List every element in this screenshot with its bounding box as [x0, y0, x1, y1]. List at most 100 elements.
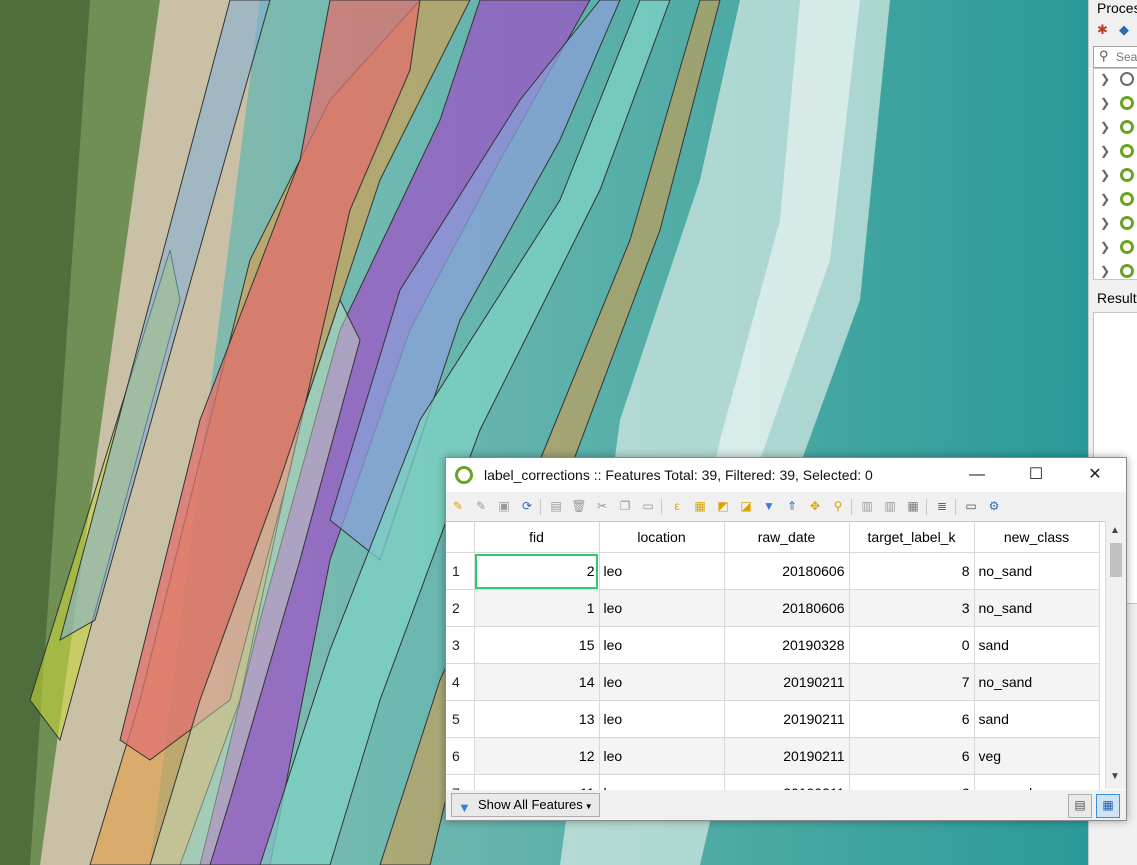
- scroll-up-icon[interactable]: ▲: [1110, 525, 1120, 536]
- tree-item[interactable]: ❯: [1094, 93, 1137, 117]
- table-row[interactable]: 2 1 leo 20180606 3 no_sand: [446, 589, 1100, 627]
- cell-target-label-k[interactable]: 6: [849, 774, 975, 790]
- row-number[interactable]: 3: [446, 626, 475, 664]
- cell-location[interactable]: leo: [599, 663, 725, 701]
- table-row[interactable]: 6 12 leo 20190211 6 veg: [446, 737, 1100, 775]
- cell-raw-date[interactable]: 20190211: [724, 774, 850, 790]
- cell-new-class[interactable]: no_sand: [974, 552, 1100, 590]
- field-calculator-icon[interactable]: ▦: [905, 498, 921, 514]
- table-row[interactable]: 5 13 leo 20190211 6 sand: [446, 700, 1100, 738]
- cell-target-label-k[interactable]: 0: [849, 626, 975, 664]
- chevron-right-icon[interactable]: ❯: [1100, 192, 1110, 206]
- chevron-right-icon[interactable]: ❯: [1100, 144, 1110, 158]
- column-header-target-label-k[interactable]: target_label_k: [849, 522, 975, 553]
- deselect-icon[interactable]: ◪: [738, 498, 754, 514]
- tree-item[interactable]: ❯: [1094, 237, 1137, 261]
- python-icon[interactable]: ◆: [1119, 22, 1129, 38]
- delete-field-icon[interactable]: ▥: [882, 498, 898, 514]
- cell-new-class[interactable]: sand: [974, 626, 1100, 664]
- paste-icon[interactable]: ▭: [640, 498, 656, 514]
- cell-raw-date[interactable]: 20190211: [724, 700, 850, 738]
- tree-item[interactable]: ❯: [1094, 117, 1137, 141]
- actions-icon[interactable]: ⚙: [986, 498, 1002, 514]
- tree-item-recent[interactable]: ❯: [1094, 69, 1137, 93]
- cell-target-label-k[interactable]: 7: [849, 663, 975, 701]
- attribute-table[interactable]: fid location raw_date target_label_k new…: [446, 521, 1126, 790]
- cell-target-label-k[interactable]: 6: [849, 700, 975, 738]
- cell-raw-date[interactable]: 20190211: [724, 737, 850, 775]
- cell-fid[interactable]: 1: [474, 589, 600, 627]
- column-header-location[interactable]: location: [599, 522, 725, 553]
- delete-feature-icon[interactable]: 🗑: [571, 498, 587, 514]
- cell-location[interactable]: leo: [599, 589, 725, 627]
- cell-new-class[interactable]: sand: [974, 700, 1100, 738]
- dock-icon[interactable]: ▭: [963, 498, 979, 514]
- maximize-button[interactable]: ☐: [1013, 458, 1059, 492]
- multi-edit-icon[interactable]: ✎: [473, 498, 489, 514]
- close-button[interactable]: ✕: [1072, 458, 1118, 492]
- processing-search-input[interactable]: ⚲ Search...: [1093, 46, 1137, 68]
- table-row[interactable]: 7 11 leo 20190211 6 no_sand: [446, 774, 1100, 790]
- minimize-button[interactable]: —: [954, 458, 1000, 492]
- cell-location[interactable]: leo: [599, 552, 725, 590]
- chevron-right-icon[interactable]: ❯: [1100, 264, 1110, 278]
- reload-icon[interactable]: ⟳: [519, 498, 535, 514]
- table-view-button[interactable]: ▦: [1096, 794, 1120, 818]
- form-view-button[interactable]: ▤: [1068, 794, 1092, 818]
- cut-icon[interactable]: ✂: [594, 498, 610, 514]
- select-all-icon[interactable]: ▦: [692, 498, 708, 514]
- cell-fid[interactable]: 2: [474, 552, 600, 590]
- processing-tree[interactable]: ❯ ❯ ❯ ❯ ❯ ❯ ❯ ❯ ❯: [1093, 68, 1137, 280]
- show-all-features-button[interactable]: ▼ Show All Features ▼: [451, 793, 600, 817]
- scroll-down-icon[interactable]: ▼: [1110, 771, 1120, 782]
- scrollbar-thumb[interactable]: [1110, 543, 1122, 577]
- column-header-fid[interactable]: fid: [474, 522, 600, 553]
- cell-new-class[interactable]: veg: [974, 737, 1100, 775]
- select-expression-icon[interactable]: ε: [669, 498, 685, 514]
- column-header-new-class[interactable]: new_class: [974, 522, 1100, 553]
- invert-selection-icon[interactable]: ◩: [715, 498, 731, 514]
- add-feature-icon[interactable]: ▤: [548, 498, 564, 514]
- row-number[interactable]: 5: [446, 700, 475, 738]
- copy-icon[interactable]: ❐: [617, 498, 633, 514]
- chevron-right-icon[interactable]: ❯: [1100, 96, 1110, 110]
- tree-item[interactable]: ❯: [1094, 165, 1137, 189]
- cell-location[interactable]: leo: [599, 774, 725, 790]
- cell-location[interactable]: leo: [599, 700, 725, 738]
- zoom-to-selection-icon[interactable]: ⚲: [830, 498, 846, 514]
- tree-item[interactable]: ❯: [1094, 141, 1137, 165]
- row-number[interactable]: 1: [446, 552, 475, 590]
- chevron-right-icon[interactable]: ❯: [1100, 72, 1110, 86]
- cell-raw-date[interactable]: 20190328: [724, 626, 850, 664]
- tree-item[interactable]: ❯: [1094, 189, 1137, 213]
- column-header-raw-date[interactable]: raw_date: [724, 522, 850, 553]
- cell-new-class[interactable]: no_sand: [974, 774, 1100, 790]
- table-row[interactable]: 1 2 leo 20180606 8 no_sand: [446, 552, 1100, 590]
- chevron-right-icon[interactable]: ❯: [1100, 168, 1110, 182]
- cell-raw-date[interactable]: 20190211: [724, 663, 850, 701]
- filter-icon[interactable]: ▼: [761, 498, 777, 514]
- chevron-right-icon[interactable]: ❯: [1100, 120, 1110, 134]
- cell-new-class[interactable]: no_sand: [974, 589, 1100, 627]
- chevron-right-icon[interactable]: ❯: [1100, 216, 1110, 230]
- row-number[interactable]: 4: [446, 663, 475, 701]
- move-selection-top-icon[interactable]: ⇑: [784, 498, 800, 514]
- row-number[interactable]: 6: [446, 737, 475, 775]
- cell-fid[interactable]: 13: [474, 700, 600, 738]
- cell-location[interactable]: leo: [599, 737, 725, 775]
- cell-fid[interactable]: 14: [474, 663, 600, 701]
- cell-location[interactable]: leo: [599, 626, 725, 664]
- save-edits-icon[interactable]: ▣: [496, 498, 512, 514]
- corner-header[interactable]: [446, 522, 475, 553]
- cell-raw-date[interactable]: 20180606: [724, 552, 850, 590]
- pan-to-selection-icon[interactable]: ✥: [807, 498, 823, 514]
- toggle-editing-icon[interactable]: ✎: [450, 498, 466, 514]
- row-number[interactable]: 7: [446, 774, 475, 790]
- window-titlebar[interactable]: label_corrections :: Features Total: 39,…: [446, 458, 1126, 492]
- row-number[interactable]: 2: [446, 589, 475, 627]
- cell-target-label-k[interactable]: 8: [849, 552, 975, 590]
- cell-target-label-k[interactable]: 3: [849, 589, 975, 627]
- cell-new-class[interactable]: no_sand: [974, 663, 1100, 701]
- tree-item[interactable]: ❯: [1094, 261, 1137, 285]
- cell-fid[interactable]: 12: [474, 737, 600, 775]
